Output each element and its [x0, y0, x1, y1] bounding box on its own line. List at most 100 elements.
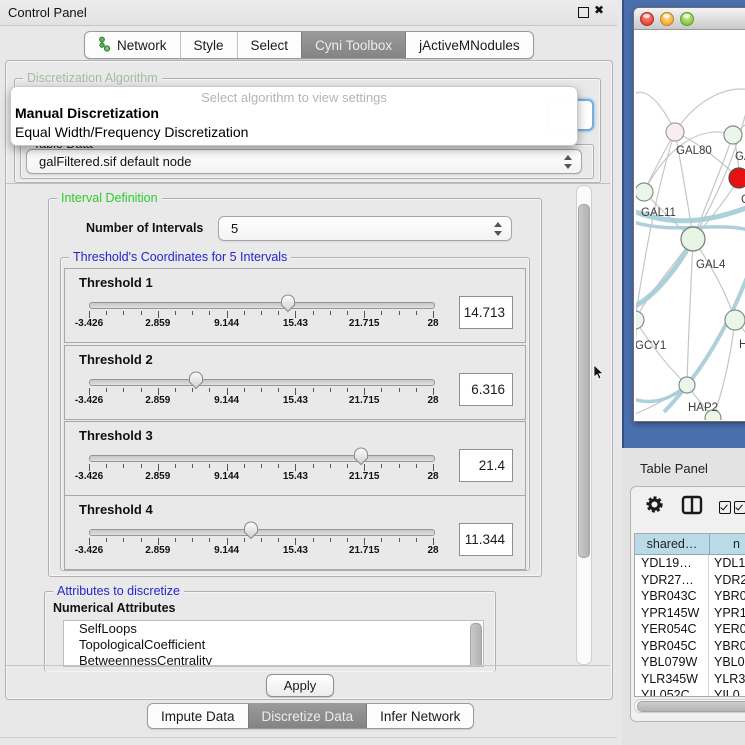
cell-name[interactable]: YDL1	[709, 555, 745, 572]
slider-track[interactable]	[89, 379, 435, 386]
slider-track[interactable]	[89, 529, 435, 536]
threshold-value-field[interactable]: 14.713	[459, 296, 513, 329]
columns-icon[interactable]	[681, 495, 703, 520]
table-row[interactable]: YIL052CYIL0	[635, 687, 745, 697]
slider-track[interactable]	[89, 302, 435, 309]
node-w[interactable]	[636, 183, 653, 201]
tab-select[interactable]: Select	[237, 32, 302, 58]
tab-jactivemnodules[interactable]: jActiveMNodules	[405, 32, 533, 58]
cell-shared-name[interactable]: YER054C	[635, 621, 709, 638]
cell-shared-name[interactable]: YDL19…	[635, 555, 709, 572]
attribute-item[interactable]: SelfLoops	[64, 621, 483, 637]
slider-tick-label: 21.715	[349, 471, 380, 482]
slider-track[interactable]	[89, 455, 435, 462]
tab-network[interactable]: Network	[85, 32, 180, 58]
tab-cyni-toolbox[interactable]: Cyni Toolbox	[301, 32, 405, 58]
main-scrollbar[interactable]	[576, 185, 592, 665]
cell-name[interactable]: YBR0	[709, 588, 745, 605]
table-data-combobox[interactable]: galFiltered.sif default node	[26, 149, 582, 174]
tab-group: Network Style Select Cyni Toolbox jActiv…	[84, 31, 534, 59]
table-row[interactable]: YBL079WYBL0	[635, 654, 745, 671]
column-header-name[interactable]: n	[710, 534, 745, 554]
cell-name[interactable]: YBR0	[709, 638, 745, 655]
slider-tick	[192, 464, 193, 468]
table-row[interactable]: YBR043CYBR0	[635, 588, 745, 605]
table-row[interactable]: YLR345WYLR3	[635, 671, 745, 688]
numerical-attributes-list[interactable]: SelfLoopsTopologicalCoefficientBetweenne…	[63, 620, 484, 667]
table-row[interactable]: YDR27…YDR2	[635, 572, 745, 589]
slider-thumb[interactable]	[188, 371, 203, 390]
node-e[interactable]	[725, 310, 745, 330]
network-edge[interactable]	[687, 239, 693, 385]
threshold-panel: Threshold 3-3.4262.8599.14415.4321.71528…	[64, 421, 526, 496]
cell-shared-name[interactable]: YBR043C	[635, 588, 709, 605]
cell-shared-name[interactable]: YBL079W	[635, 654, 709, 671]
network-edge-thick[interactable]	[636, 239, 693, 308]
cell-name[interactable]: YLR3	[709, 671, 745, 688]
checkbox-icon[interactable]	[719, 501, 731, 514]
cell-name[interactable]: YPR1	[709, 605, 745, 622]
table-row[interactable]: YER054CYER0	[635, 621, 745, 638]
node-ne[interactable]	[724, 126, 742, 144]
threshold-value-field[interactable]: 6.316	[459, 373, 513, 406]
slider-tick-label: 21.715	[349, 318, 380, 329]
cell-shared-name[interactable]: YIL052C	[635, 687, 709, 697]
attribute-item[interactable]: TopologicalCoefficient	[64, 637, 483, 653]
slider-thumb[interactable]	[280, 294, 295, 313]
close-traffic-light[interactable]	[640, 12, 654, 26]
tab-style[interactable]: Style	[180, 32, 237, 58]
dropdown-placeholder-item[interactable]: Select algorithm to view settings	[11, 90, 577, 105]
column-header-shared-name[interactable]: shared…	[635, 534, 710, 554]
network-canvas[interactable]: GAL80GACGAL11GAL4GCY1HHAP2	[636, 30, 745, 420]
cell-shared-name[interactable]: YLR345W	[635, 671, 709, 688]
slider-tick	[89, 538, 90, 545]
table-hscrollbar[interactable]	[634, 699, 745, 713]
minimize-traffic-light[interactable]	[660, 12, 674, 26]
slider-tick	[347, 311, 348, 315]
cell-shared-name[interactable]: YPR145W	[635, 605, 709, 622]
slider-thumb[interactable]	[353, 447, 368, 466]
table-hscrollbar-thumb[interactable]	[637, 701, 745, 712]
close-icon[interactable]: ✖	[594, 3, 604, 17]
network-window-titlebar[interactable]	[634, 8, 745, 30]
cell-shared-name[interactable]: YDR27…	[635, 572, 709, 589]
node-red[interactable]	[729, 168, 745, 188]
checkbox-icon[interactable]	[734, 501, 745, 514]
apply-button[interactable]: Apply	[266, 674, 334, 697]
gear-icon[interactable]	[645, 495, 664, 519]
threshold-value-field[interactable]: 21.4	[459, 449, 513, 482]
threshold-value-field[interactable]: 11.344	[459, 523, 513, 556]
node-attribute-table[interactable]: shared… n YDL19…YDL1YDR27…YDR2YBR043CYBR…	[634, 533, 745, 697]
dropdown-item-equal-width[interactable]: Equal Width/Frequency Discretization	[15, 124, 248, 140]
slider-thumb[interactable]	[243, 521, 258, 540]
float-window-icon[interactable]	[578, 7, 589, 18]
tab-discretize-data[interactable]: Discretize Data	[248, 704, 367, 728]
zoom-traffic-light[interactable]	[680, 12, 694, 26]
attributes-scrollbar-thumb[interactable]	[470, 623, 482, 667]
network-edge[interactable]	[693, 239, 735, 320]
table-row[interactable]: YPR145WYPR1	[635, 605, 745, 622]
table-row[interactable]: YDL19…YDL1	[635, 555, 745, 572]
cell-name[interactable]: YBL0	[709, 654, 745, 671]
dropdown-item-manual[interactable]: Manual Discretization	[15, 105, 159, 121]
cell-name[interactable]: YIL0	[709, 687, 745, 697]
panel-title: Control Panel	[8, 5, 87, 20]
attributes-scrollbar[interactable]	[470, 622, 481, 667]
cell-name[interactable]: YER0	[709, 621, 745, 638]
node-hap2[interactable]	[679, 377, 695, 393]
slider-tick	[416, 538, 417, 542]
slider-tick	[141, 388, 142, 392]
cell-shared-name[interactable]: YBR045C	[635, 638, 709, 655]
tab-infer-network[interactable]: Infer Network	[366, 704, 473, 728]
table-row[interactable]: YBR045CYBR0	[635, 638, 745, 655]
num-intervals-combobox[interactable]: 5	[218, 216, 512, 241]
slider-tick	[123, 538, 124, 542]
node-gcy1[interactable]	[636, 311, 644, 329]
main-scrollbar-thumb[interactable]	[578, 204, 590, 558]
node-gal4[interactable]	[681, 227, 705, 251]
slider-tick	[416, 464, 417, 468]
cell-name[interactable]: YDR2	[709, 572, 745, 589]
node-pink[interactable]	[666, 123, 684, 141]
network-edge[interactable]	[636, 320, 687, 385]
tab-impute-data[interactable]: Impute Data	[148, 704, 248, 728]
